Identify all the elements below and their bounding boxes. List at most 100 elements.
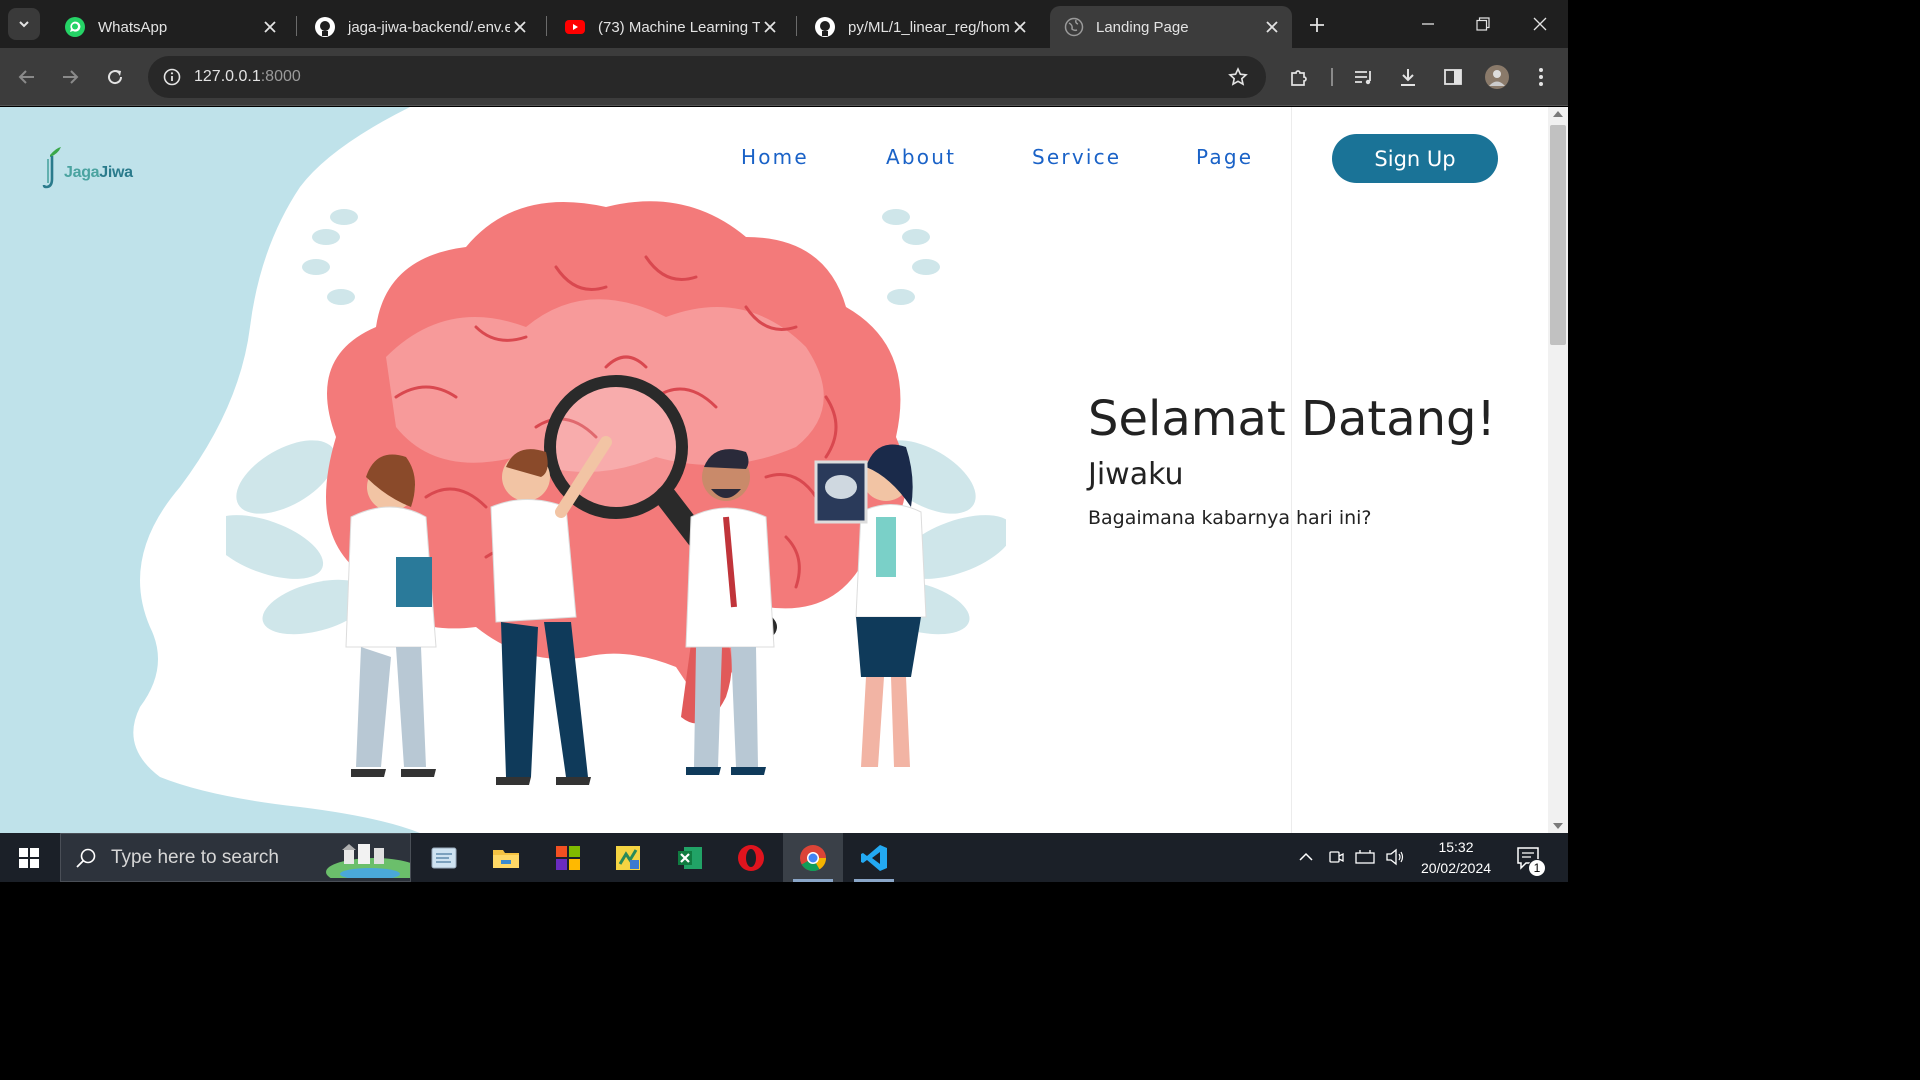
nav-home[interactable]: Home — [741, 145, 809, 169]
logo-text-part1: Jaga — [64, 164, 100, 181]
taskbar-clock[interactable]: 15:32 20/02/2024 — [1410, 837, 1502, 879]
url-port: :8000 — [260, 68, 301, 85]
taskbar-app-file-explorer[interactable] — [476, 833, 536, 882]
star-icon — [1228, 67, 1248, 86]
taskbar-app-store[interactable] — [538, 833, 598, 882]
scroll-down-arrow-icon[interactable] — [1553, 823, 1563, 829]
taskbar-app-chrome[interactable] — [783, 833, 843, 882]
close-icon[interactable] — [260, 17, 280, 37]
url-host: 127.0.0.1 — [194, 68, 261, 85]
taskbar-app-misc[interactable] — [598, 833, 658, 882]
taskbar-app-vscode[interactable] — [844, 833, 904, 882]
url-text: 127.0.0.1:8000 — [194, 68, 301, 86]
browser-tab-strip: WhatsApp jaga-jiwa-backend/.env.e (73) M… — [0, 0, 1568, 48]
downloads-button[interactable] — [1394, 63, 1422, 91]
site-info-button[interactable] — [152, 56, 192, 98]
tray-network[interactable] — [1353, 845, 1377, 869]
taskbar-app-excel[interactable] — [660, 833, 720, 882]
tab-title: jaga-jiwa-backend/.env.e — [348, 18, 510, 36]
download-icon — [1401, 69, 1415, 86]
tab-search-button[interactable] — [8, 8, 40, 40]
page-scrollbar[interactable] — [1548, 107, 1568, 833]
speaker-icon — [1386, 848, 1404, 866]
more-vertical-icon — [1539, 68, 1543, 86]
hero-subtitle: Jiwaku — [1088, 457, 1184, 492]
back-button[interactable] — [13, 63, 41, 91]
minimize-button[interactable] — [1412, 10, 1444, 38]
taskbar-app-opera[interactable] — [721, 833, 781, 882]
taskbar-search-box[interactable]: Type here to search — [60, 833, 411, 882]
hero-illustration — [226, 201, 1006, 785]
restore-button[interactable] — [1467, 10, 1499, 38]
search-placeholder: Type here to search — [111, 846, 279, 868]
media-control-button[interactable] — [1350, 63, 1378, 91]
close-icon[interactable] — [760, 17, 780, 37]
logo-text-part2: Jiwa — [99, 164, 133, 181]
logo-text: JagaJiwa — [64, 164, 133, 182]
nav-service[interactable]: Service — [1032, 145, 1121, 169]
chrome-icon — [800, 844, 827, 871]
tab-separator — [796, 16, 797, 36]
app-icon — [616, 845, 640, 870]
info-icon — [163, 68, 181, 86]
taskbar-app-notepad[interactable] — [414, 833, 474, 882]
sign-up-button[interactable]: Sign Up — [1332, 134, 1498, 183]
scrollbar-thumb[interactable] — [1550, 125, 1566, 345]
nav-page[interactable]: Page — [1196, 145, 1253, 169]
tab-separator — [296, 16, 297, 36]
tab-whatsapp[interactable]: WhatsApp — [50, 6, 290, 48]
bookmark-button[interactable] — [1226, 65, 1250, 89]
tab-landing-page[interactable]: Landing Page — [1050, 6, 1292, 48]
close-icon[interactable] — [1262, 17, 1282, 37]
playlist-icon — [1355, 71, 1371, 85]
search-icon — [76, 848, 96, 868]
nav-about[interactable]: About — [886, 145, 956, 169]
vscode-icon — [861, 844, 887, 871]
start-button[interactable] — [0, 833, 58, 882]
tab-title: WhatsApp — [98, 18, 168, 36]
notepad-icon — [431, 847, 457, 868]
notification-badge: 1 — [1528, 859, 1546, 877]
close-icon[interactable] — [510, 17, 530, 37]
reload-icon — [108, 70, 123, 85]
tab-youtube[interactable]: (73) Machine Learning Tu — [550, 6, 790, 48]
profile-button[interactable] — [1483, 63, 1511, 91]
tab-github-ml[interactable]: py/ML/1_linear_reg/hom — [800, 6, 1040, 48]
forward-button[interactable] — [56, 63, 84, 91]
plus-icon — [1310, 18, 1324, 32]
site-logo[interactable]: JagaJiwa — [42, 145, 133, 191]
tab-github-backend[interactable]: jaga-jiwa-backend/.env.e — [300, 6, 540, 48]
page-viewport: JagaJiwa Home About Service Page Sign Up — [0, 107, 1548, 833]
new-tab-button[interactable] — [1304, 12, 1330, 38]
doctor-woman-right — [814, 444, 927, 767]
store-icon — [556, 845, 580, 870]
close-window-button[interactable] — [1524, 10, 1556, 38]
arrow-left-icon — [18, 70, 34, 84]
tab-title: Landing Page — [1096, 18, 1189, 36]
side-panel-icon — [1444, 69, 1462, 85]
close-icon — [1533, 17, 1547, 31]
camera-icon — [1329, 851, 1344, 863]
folder-icon — [493, 849, 519, 868]
address-bar[interactable]: 127.0.0.1:8000 — [148, 56, 1266, 98]
scroll-up-arrow-icon[interactable] — [1553, 111, 1563, 117]
side-panel-button[interactable] — [1439, 63, 1467, 91]
tray-overflow-button[interactable] — [1294, 845, 1318, 869]
browser-toolbar: 127.0.0.1:8000 — [0, 48, 1568, 106]
globe-icon — [1064, 17, 1084, 37]
excel-icon — [678, 846, 702, 869]
tab-separator — [546, 16, 547, 36]
network-icon — [1355, 850, 1375, 864]
extensions-button[interactable] — [1285, 63, 1313, 91]
tray-volume[interactable] — [1383, 845, 1407, 869]
close-icon[interactable] — [1010, 17, 1030, 37]
reload-button[interactable] — [101, 63, 129, 91]
clock-date: 20/02/2024 — [1420, 860, 1492, 876]
minimize-icon — [1422, 23, 1434, 25]
windows-logo-icon — [19, 847, 39, 868]
windows-taskbar: Type here to search 15:32 20/02/2024 1 — [0, 833, 1568, 882]
tray-meet-now[interactable] — [1324, 845, 1348, 869]
github-icon — [815, 17, 835, 37]
menu-button[interactable] — [1527, 63, 1555, 91]
restore-icon — [1476, 17, 1490, 31]
